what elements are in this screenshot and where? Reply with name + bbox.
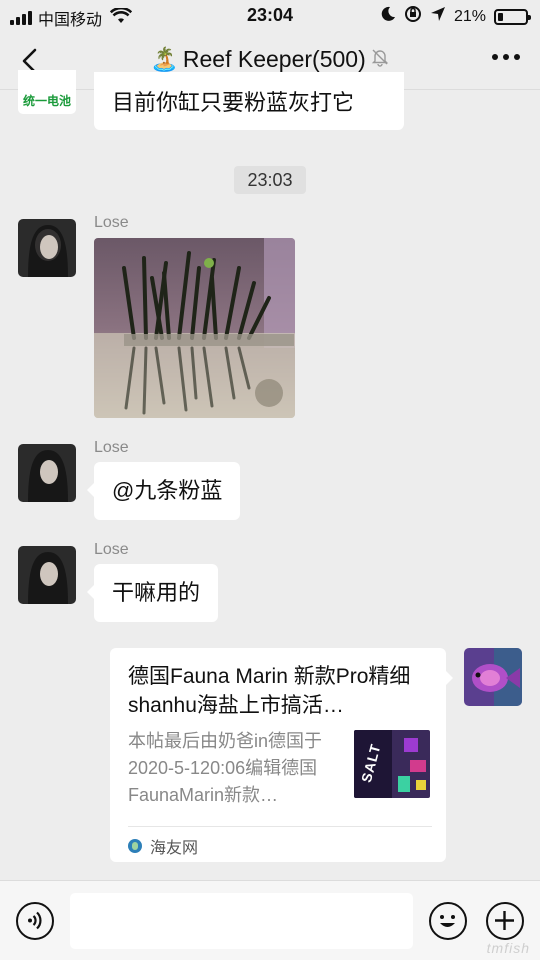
orientation-lock-icon [404, 5, 422, 28]
mute-bell-icon [370, 46, 390, 73]
source-name: 海友网 [150, 840, 199, 857]
sender-name: Lose [94, 214, 129, 231]
emoji-button[interactable] [429, 902, 467, 940]
group-name: Reef Keeper(500) [182, 46, 366, 72]
timestamp: 23:03 [234, 166, 306, 194]
source-logo-icon [128, 839, 142, 853]
message-input[interactable] [70, 893, 413, 949]
location-icon [430, 6, 446, 27]
link-card-title: 德国Fauna Marin 新款Pro精细shanhu海盐上市搞活… [128, 665, 411, 717]
avatar[interactable]: 统一电池 [18, 70, 76, 114]
avatar[interactable] [18, 219, 76, 277]
avatar-brand-text: 统一电池 [22, 94, 71, 108]
more-functions-button[interactable] [486, 902, 524, 940]
message-bubble[interactable]: @九条粉蓝 [86, 462, 241, 520]
chat-title: 🏝️ Reef Keeper(500) [0, 46, 540, 73]
battery-percent: 21% [453, 7, 486, 25]
smiley-icon [440, 915, 455, 927]
person-portrait-image [18, 546, 76, 604]
my-avatar[interactable] [464, 648, 522, 706]
link-card-source: 海友网 [128, 834, 198, 858]
fish-avatar-image [464, 648, 522, 706]
more-options-button[interactable] [492, 54, 520, 60]
person-portrait-image [18, 219, 76, 277]
link-card[interactable]: 德国Fauna Marin 新款Pro精细shanhu海盐上市搞活… 本帖最后由… [110, 648, 453, 862]
sender-name: Lose [94, 439, 129, 456]
moon-icon [380, 6, 396, 27]
plus-icon [495, 911, 514, 930]
sender-name: Lose [94, 541, 129, 558]
link-card-description: 本帖最后由奶爸in德国于2020-5-120:06编辑德国FaunaMarin新… [128, 731, 323, 805]
image-message[interactable] [94, 238, 295, 418]
voice-wave-icon [28, 911, 42, 930]
avatar[interactable] [18, 546, 76, 604]
link-card-thumbnail: SALT [354, 730, 430, 798]
watermark: tmfish [486, 940, 530, 956]
message-bubble[interactable]: 干嘛用的 [86, 564, 219, 622]
person-portrait-image [18, 444, 76, 502]
battery-icon [494, 8, 531, 25]
aquarium-plant-photo [94, 238, 295, 418]
message-bubble[interactable]: 目前你缸只要粉蓝灰打它 [94, 72, 404, 130]
avatar[interactable] [18, 444, 76, 502]
link-card-divider [128, 826, 432, 827]
input-bar: tmfish [0, 880, 540, 960]
message-text: @九条粉蓝 [112, 478, 223, 503]
message-text: 目前你缸只要粉蓝灰打它 [112, 90, 355, 115]
status-bar: 中国移动 23:04 21% [0, 0, 540, 32]
message-text: 干嘛用的 [112, 580, 201, 605]
voice-input-button[interactable] [16, 902, 54, 940]
island-emoji: 🏝️ [150, 46, 179, 72]
